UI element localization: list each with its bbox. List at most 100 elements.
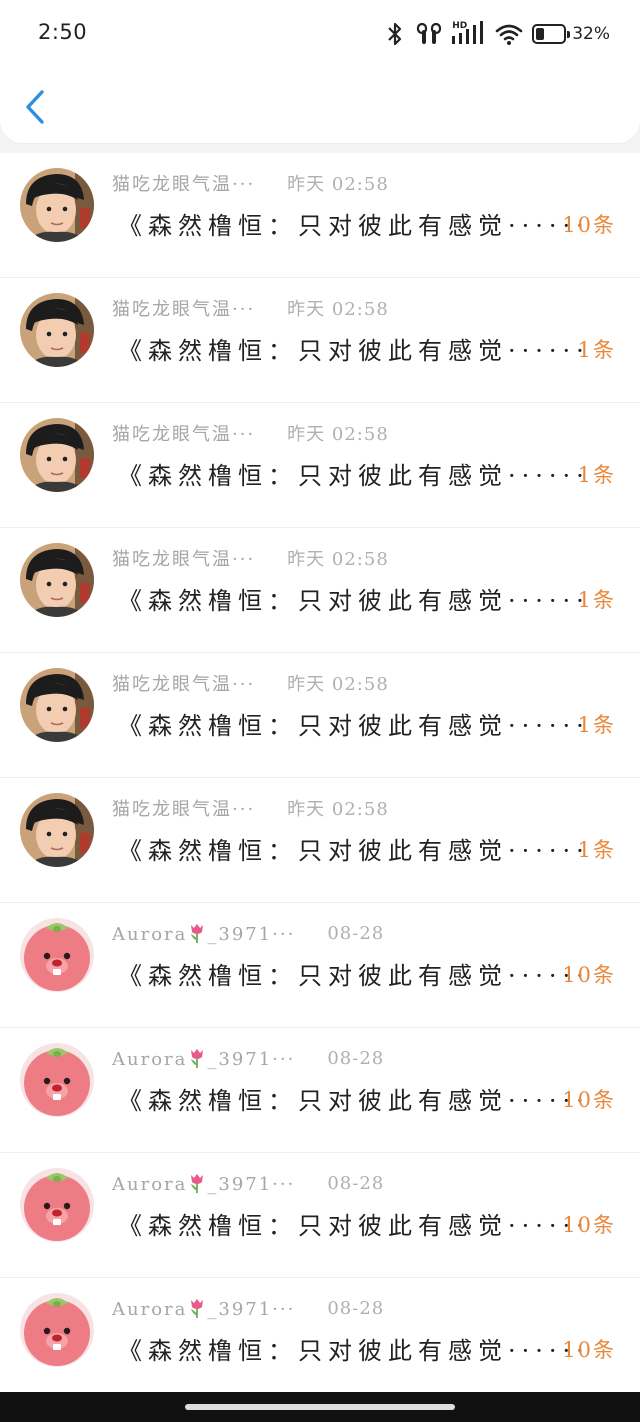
wifi-icon (495, 24, 523, 45)
signal-bar (473, 25, 477, 44)
reply-count: 1条 (577, 338, 616, 362)
message-title[interactable]: 《森然橹恒：只对彼此有感觉······ (118, 206, 590, 241)
battery-percent: 32% (572, 24, 610, 44)
username-prefix: Aurora (112, 1048, 188, 1070)
username[interactable]: 猫吃龙眼气温··· (112, 670, 255, 696)
earbuds-icon (417, 22, 442, 44)
avatar[interactable] (20, 668, 94, 742)
timestamp: 昨天 02:58 (287, 549, 389, 570)
item-meta: Aurora _3971··· 08-28 (112, 1293, 384, 1323)
username[interactable]: 猫吃龙眼气温··· (112, 170, 255, 196)
timestamp: 08-28 (327, 1047, 385, 1069)
item-meta: Aurora _3971··· 08-28 (112, 1043, 384, 1073)
message-list: 猫吃龙眼气温··· 昨天 02:58 《森然橹恒：只对彼此有感觉······ 10条 … (0, 153, 640, 1403)
tulip-icon (189, 922, 205, 944)
username[interactable]: Aurora _3971··· (112, 1047, 295, 1070)
username-prefix: Aurora (112, 1298, 188, 1320)
message-list-item[interactable]: Aurora _3971··· 08-28 《森然橹恒：只对彼此有感觉······ 1… (0, 1028, 640, 1153)
system-navigation-bar (0, 1392, 640, 1422)
username[interactable]: 猫吃龙眼气温··· (112, 795, 255, 821)
message-list-item[interactable]: 猫吃龙眼气温··· 昨天 02:58 《森然橹恒：只对彼此有感觉······ 1条 (0, 403, 640, 528)
message-list-item[interactable]: 猫吃龙眼气温··· 昨天 02:58 《森然橹恒：只对彼此有感觉······ 1条 (0, 278, 640, 403)
username-prefix: Aurora (112, 923, 188, 945)
avatar[interactable] (20, 918, 94, 992)
item-meta: 猫吃龙眼气温··· 昨天 02:58 (112, 168, 389, 198)
battery-fill (536, 28, 545, 40)
battery-icon: 32% (532, 24, 610, 44)
timestamp: 08-28 (327, 1297, 385, 1319)
avatar[interactable] (20, 1168, 94, 1242)
signal-bar (480, 21, 484, 44)
timestamp: 08-28 (327, 922, 385, 944)
signal-bar (452, 36, 456, 44)
message-list-item[interactable]: 猫吃龙眼气温··· 昨天 02:58 《森然橹恒：只对彼此有感觉······ 1条 (0, 653, 640, 778)
username[interactable]: Aurora _3971··· (112, 922, 295, 945)
avatar[interactable] (20, 793, 94, 867)
reply-count: 1条 (577, 588, 616, 612)
bluetooth-icon (388, 22, 402, 46)
item-meta: 猫吃龙眼气温··· 昨天 02:58 (112, 418, 389, 448)
hd-label: HD (452, 21, 468, 31)
signal-bar (466, 29, 470, 44)
back-button[interactable] (22, 88, 48, 126)
timestamp: 昨天 02:58 (287, 174, 389, 195)
signal-bar (459, 33, 463, 44)
top-bar: 2:50 HD 32% (0, 0, 640, 143)
message-title[interactable]: 《森然橹恒：只对彼此有感觉······ (118, 1081, 590, 1116)
message-list-item[interactable]: Aurora _3971··· 08-28 《森然橹恒：只对彼此有感觉······ 1… (0, 1278, 640, 1403)
username[interactable]: 猫吃龙眼气温··· (112, 545, 255, 571)
message-list-item[interactable]: 猫吃龙眼气温··· 昨天 02:58 《森然橹恒：只对彼此有感觉······ 1条 (0, 528, 640, 653)
message-title[interactable]: 《森然橹恒：只对彼此有感觉······ (118, 1331, 590, 1366)
reply-count: 10条 (562, 1338, 616, 1362)
reply-count: 1条 (577, 838, 616, 862)
timestamp: 08-28 (327, 1172, 385, 1194)
username-suffix: _3971··· (207, 1298, 296, 1320)
username[interactable]: 猫吃龙眼气温··· (112, 420, 255, 446)
message-title[interactable]: 《森然橹恒：只对彼此有感觉······ (118, 456, 590, 491)
message-list-item[interactable]: Aurora _3971··· 08-28 《森然橹恒：只对彼此有感觉······ 1… (0, 903, 640, 1028)
item-meta: Aurora _3971··· 08-28 (112, 918, 384, 948)
message-title[interactable]: 《森然橹恒：只对彼此有感觉······ (118, 331, 590, 366)
username-suffix: _3971··· (207, 1173, 296, 1195)
message-title[interactable]: 《森然橹恒：只对彼此有感觉······ (118, 581, 590, 616)
reply-count: 10条 (562, 963, 616, 987)
username-suffix: _3971··· (207, 923, 296, 945)
username-suffix: _3971··· (207, 1048, 296, 1070)
username-prefix: Aurora (112, 1173, 188, 1195)
message-title[interactable]: 《森然橹恒：只对彼此有感觉······ (118, 706, 590, 741)
status-time: 2:50 (38, 20, 88, 44)
tulip-icon (189, 1047, 205, 1069)
avatar[interactable] (20, 418, 94, 492)
message-list-item[interactable]: 猫吃龙眼气温··· 昨天 02:58 《森然橹恒：只对彼此有感觉······ 10条 (0, 153, 640, 278)
item-meta: 猫吃龙眼气温··· 昨天 02:58 (112, 793, 389, 823)
timestamp: 昨天 02:58 (287, 424, 389, 445)
message-list-item[interactable]: Aurora _3971··· 08-28 《森然橹恒：只对彼此有感觉······ 1… (0, 1153, 640, 1278)
avatar[interactable] (20, 543, 94, 617)
item-meta: 猫吃龙眼气温··· 昨天 02:58 (112, 543, 389, 573)
avatar[interactable] (20, 1293, 94, 1367)
status-icons: HD 32% (375, 20, 610, 48)
battery-body (532, 24, 567, 44)
cellular-signal-icon: HD (452, 21, 486, 47)
home-indicator[interactable] (185, 1404, 455, 1410)
message-title[interactable]: 《森然橹恒：只对彼此有感觉······ (118, 956, 590, 991)
username[interactable]: Aurora _3971··· (112, 1297, 295, 1320)
item-meta: Aurora _3971··· 08-28 (112, 1168, 384, 1198)
reply-count: 10条 (562, 1213, 616, 1237)
reply-count: 1条 (577, 463, 616, 487)
battery-nub (567, 30, 571, 38)
avatar[interactable] (20, 1043, 94, 1117)
username[interactable]: 猫吃龙眼气温··· (112, 295, 255, 321)
message-title[interactable]: 《森然橹恒：只对彼此有感觉······ (118, 1206, 590, 1241)
item-meta: 猫吃龙眼气温··· 昨天 02:58 (112, 293, 389, 323)
avatar[interactable] (20, 168, 94, 242)
username[interactable]: Aurora _3971··· (112, 1172, 295, 1195)
reply-count: 10条 (562, 213, 616, 237)
message-title[interactable]: 《森然橹恒：只对彼此有感觉······ (118, 831, 590, 866)
avatar[interactable] (20, 293, 94, 367)
message-list-item[interactable]: 猫吃龙眼气温··· 昨天 02:58 《森然橹恒：只对彼此有感觉······ 1条 (0, 778, 640, 903)
tulip-icon (189, 1172, 205, 1194)
timestamp: 昨天 02:58 (287, 799, 389, 820)
timestamp: 昨天 02:58 (287, 299, 389, 320)
tulip-icon (189, 1297, 205, 1319)
